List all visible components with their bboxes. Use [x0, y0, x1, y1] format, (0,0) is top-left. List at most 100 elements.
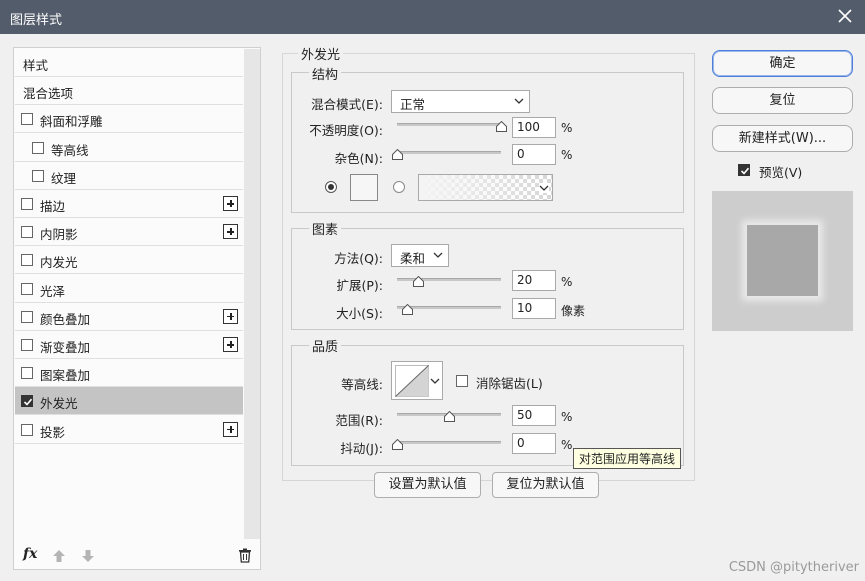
- size-label: 大小(S):: [336, 306, 383, 321]
- style-checkbox[interactable]: [21, 367, 33, 380]
- style-item-label: 纹理: [51, 170, 77, 186]
- style-list-item[interactable]: 内阴影: [15, 218, 243, 247]
- jitter-slider[interactable]: [392, 438, 507, 450]
- style-checkbox[interactable]: [21, 282, 33, 295]
- style-checkbox[interactable]: [21, 198, 33, 210]
- add-effect-icon[interactable]: [223, 224, 238, 240]
- noise-input[interactable]: 0: [512, 144, 556, 165]
- contour-preview-icon: [395, 365, 429, 397]
- style-checkbox[interactable]: [21, 423, 33, 436]
- style-list-item[interactable]: 样式: [15, 49, 243, 77]
- watermark: CSDN @pitytheriver: [728, 560, 859, 575]
- gradient-picker[interactable]: [418, 174, 553, 201]
- trash-icon[interactable]: [238, 548, 252, 563]
- chevron-down-icon: [514, 98, 524, 104]
- style-list-item[interactable]: 渐变叠加: [15, 331, 243, 359]
- noise-unit: %: [561, 148, 573, 162]
- glow-color-swatch[interactable]: [350, 174, 378, 201]
- style-list-item[interactable]: 图案叠加: [15, 359, 243, 388]
- technique-dropdown[interactable]: 柔和: [391, 244, 449, 267]
- window-title: 图层样式: [10, 13, 63, 28]
- style-item-label: 内发光: [40, 255, 78, 271]
- slider-thumb[interactable]: [402, 304, 414, 315]
- slider-thumb[interactable]: [444, 411, 455, 422]
- blend-mode-label: 混合模式(E):: [311, 97, 383, 112]
- antialias-checkbox[interactable]: [456, 375, 468, 387]
- outer-glow-title: 外发光: [298, 44, 344, 63]
- title-bar: 图层样式: [0, 0, 865, 34]
- style-list-item[interactable]: 光泽: [15, 275, 243, 303]
- style-list-item[interactable]: 颜色叠加: [15, 303, 243, 331]
- style-checkbox[interactable]: [21, 310, 33, 323]
- close-icon[interactable]: [833, 4, 857, 28]
- move-up-icon[interactable]: [52, 549, 66, 563]
- range-label: 范围(R):: [335, 413, 383, 428]
- style-list-item[interactable]: 描边: [15, 190, 243, 218]
- spread-slider[interactable]: [397, 275, 507, 287]
- range-input[interactable]: 50: [512, 405, 556, 426]
- style-checkbox[interactable]: [21, 339, 33, 351]
- spread-input[interactable]: 20: [512, 270, 556, 291]
- scrollbar[interactable]: [244, 49, 260, 539]
- blend-mode-dropdown[interactable]: 正常: [391, 90, 530, 113]
- style-checkbox[interactable]: [21, 226, 33, 239]
- slider-thumb[interactable]: [412, 276, 424, 287]
- gradient-radio[interactable]: [392, 180, 406, 194]
- style-checkbox[interactable]: [21, 395, 33, 408]
- ok-button[interactable]: 确定: [712, 50, 853, 77]
- reset-button[interactable]: 复位: [712, 87, 853, 114]
- size-slider[interactable]: [397, 303, 507, 315]
- noise-label: 杂色(N):: [334, 151, 383, 166]
- preview-label: 预览(V): [759, 165, 803, 180]
- opacity-input[interactable]: 100: [512, 117, 556, 138]
- style-item-label: 描边: [40, 199, 66, 214]
- technique-label: 方法(Q):: [334, 251, 383, 266]
- structure-title: 结构: [309, 64, 342, 83]
- fx-icon[interactable]: fx: [23, 546, 37, 562]
- reset-default-button[interactable]: 复位为默认值: [492, 472, 599, 498]
- style-list-item[interactable]: 外发光: [15, 387, 243, 416]
- blend-mode-value: 正常: [400, 97, 426, 112]
- size-input[interactable]: 10: [512, 298, 556, 319]
- contour-picker[interactable]: [391, 361, 443, 400]
- move-down-icon[interactable]: [81, 549, 95, 563]
- style-list-item[interactable]: 投影: [15, 416, 243, 444]
- style-list-item[interactable]: 等高线: [15, 134, 243, 162]
- slider-thumb[interactable]: [392, 439, 403, 450]
- style-list-item[interactable]: 纹理: [15, 162, 243, 190]
- check-icon: [23, 399, 33, 407]
- elements-title: 图素: [309, 219, 342, 238]
- spread-unit: %: [561, 275, 573, 289]
- style-checkbox[interactable]: [21, 254, 33, 267]
- preview-checkbox[interactable]: [738, 164, 750, 176]
- style-item-label: 样式: [23, 58, 49, 73]
- style-item-label: 光泽: [40, 283, 66, 299]
- chevron-down-icon: [539, 183, 549, 193]
- contour-label: 等高线:: [341, 377, 383, 392]
- slider-thumb[interactable]: [392, 149, 403, 160]
- opacity-unit: %: [561, 121, 573, 135]
- style-checkbox[interactable]: [32, 141, 44, 154]
- style-list-item[interactable]: 内发光: [15, 246, 243, 275]
- style-list-toolbar: fx: [14, 543, 260, 569]
- range-slider[interactable]: [397, 410, 507, 422]
- add-effect-icon[interactable]: [223, 337, 238, 352]
- slider-thumb[interactable]: [496, 121, 507, 132]
- style-list: 样式混合选项 斜面和浮雕 等高线纹理描边内阴影内发光光泽颜色叠加渐变叠加图案叠加外发…: [13, 47, 261, 570]
- opacity-slider[interactable]: [397, 120, 507, 132]
- solid-color-radio[interactable]: [324, 180, 338, 194]
- new-style-button[interactable]: 新建样式(W)...: [712, 125, 853, 152]
- style-checkbox[interactable]: [32, 169, 44, 182]
- style-checkbox[interactable]: [21, 113, 33, 126]
- range-unit: %: [561, 410, 573, 424]
- add-effect-icon[interactable]: [223, 308, 238, 324]
- add-effect-icon[interactable]: [223, 196, 238, 211]
- noise-slider[interactable]: [392, 148, 507, 160]
- style-item-label: 图案叠加: [40, 368, 91, 384]
- style-item-label: 渐变叠加: [40, 340, 91, 355]
- set-default-button[interactable]: 设置为默认值: [374, 472, 481, 498]
- style-list-item[interactable]: 斜面和浮雕: [15, 105, 243, 134]
- jitter-input[interactable]: 0: [512, 433, 556, 454]
- add-effect-icon[interactable]: [223, 421, 238, 437]
- style-list-item[interactable]: 混合选项: [15, 77, 243, 106]
